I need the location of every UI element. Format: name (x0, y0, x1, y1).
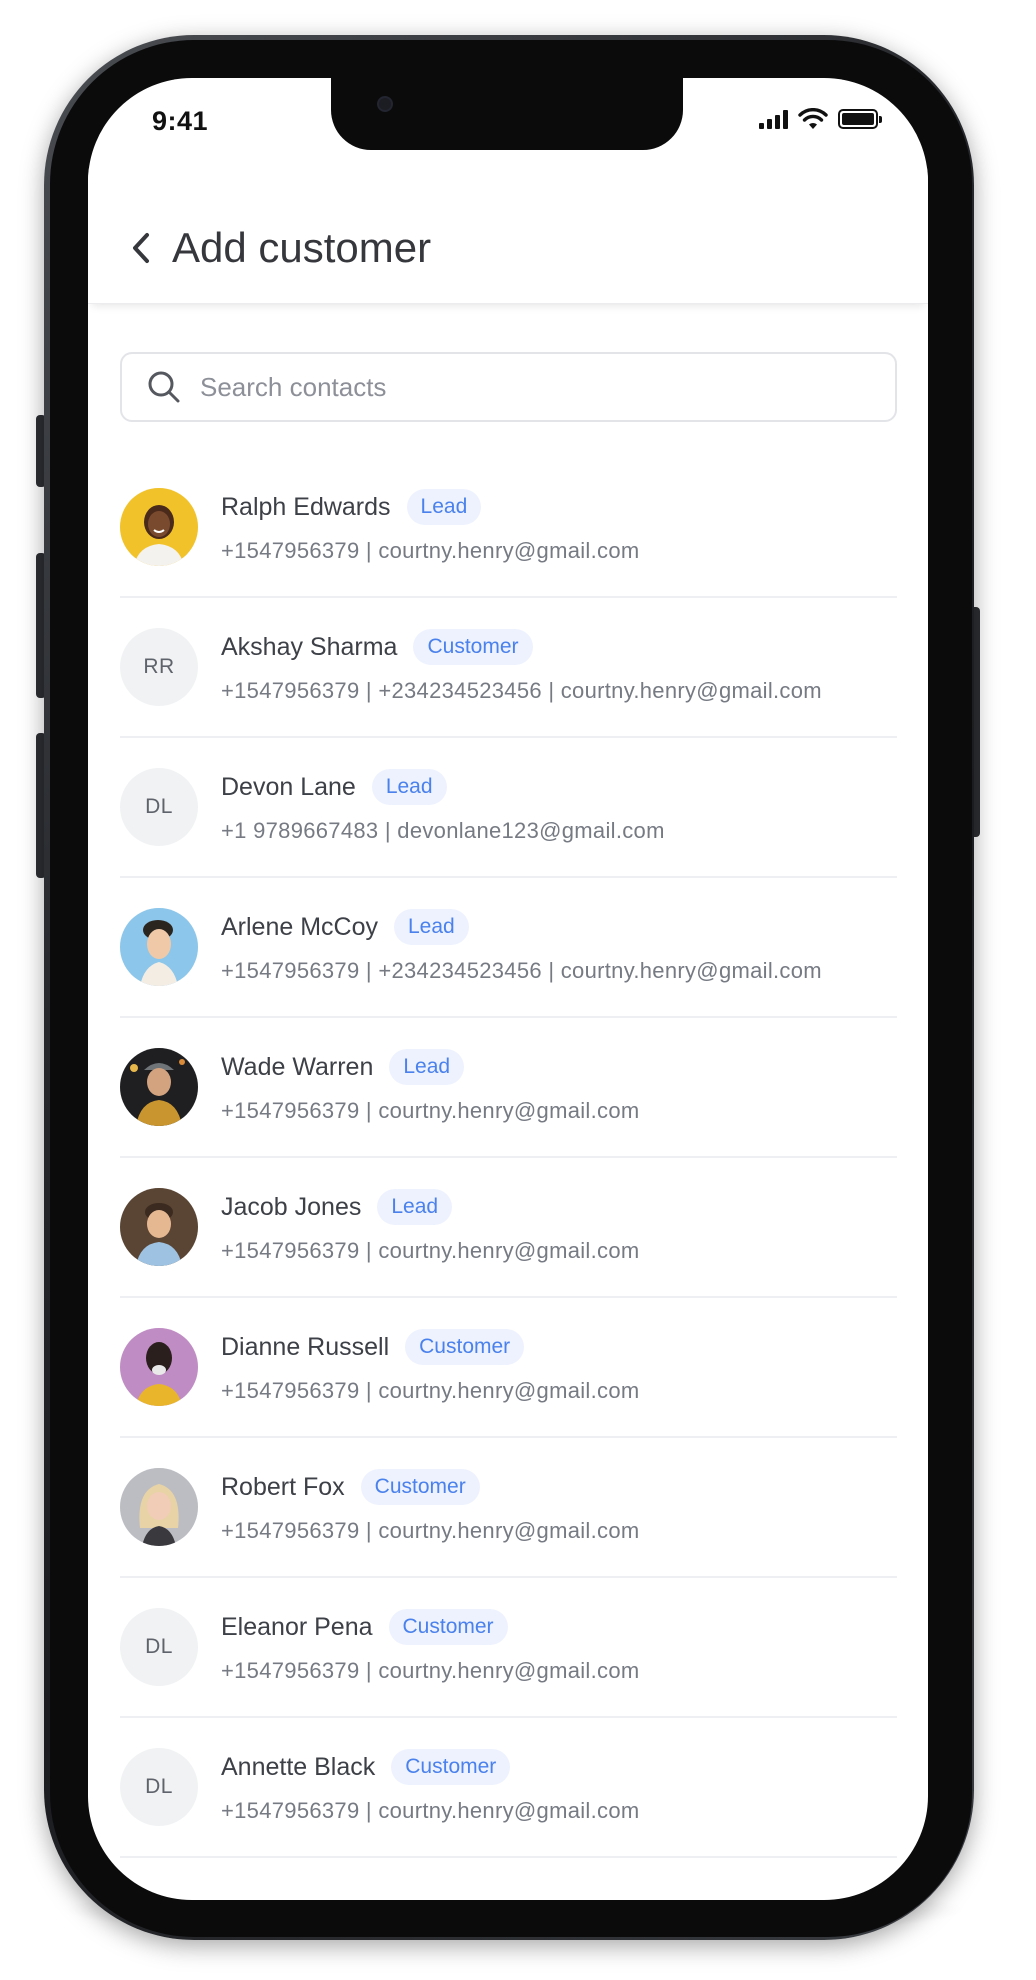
back-button[interactable] (124, 228, 158, 268)
contact-list: Ralph Edwards Lead +1547956379 | courtny… (120, 458, 897, 1858)
status-badge: Customer (388, 1609, 508, 1645)
battery-icon (838, 109, 882, 129)
contact-row[interactable]: RR Akshay Sharma Customer +1547956379 | … (120, 598, 897, 738)
avatar-initials: DL (145, 1775, 173, 1798)
contact-details: +1547956379 | courtny.henry@gmail.com (221, 1378, 640, 1403)
avatar (120, 488, 198, 566)
search-bar[interactable] (120, 352, 897, 422)
contact-row[interactable]: Jacob Jones Lead +1547956379 | courtny.h… (120, 1158, 897, 1298)
avatar: DL (120, 768, 198, 846)
contact-row[interactable]: DL Devon Lane Lead +1 9789667483 | devon… (120, 738, 897, 878)
status-badge: Lead (406, 489, 482, 525)
contact-name: Dianne Russell (221, 1332, 390, 1361)
chevron-left-icon (133, 233, 149, 263)
contact-name: Devon Lane (221, 772, 356, 801)
avatar (120, 1188, 198, 1266)
contact-name: Annette Black (221, 1752, 376, 1781)
contact-row[interactable]: Robert Fox Customer +1547956379 | courtn… (120, 1438, 897, 1578)
contact-row[interactable]: DL Eleanor Pena Customer +1547956379 | c… (120, 1578, 897, 1718)
avatar: DL (120, 1748, 198, 1826)
contact-row[interactable]: Ralph Edwards Lead +1547956379 | courtny… (120, 458, 897, 598)
avatar (120, 1328, 198, 1406)
contact-name: Wade Warren (221, 1052, 374, 1081)
avatar-initials: DL (145, 1635, 173, 1658)
person-photo-icon (120, 1468, 198, 1546)
contact-name: Arlene McCoy (221, 912, 378, 941)
cellular-signal-icon (759, 109, 788, 129)
status-badge: Customer (405, 1329, 525, 1365)
person-photo-icon (120, 1048, 198, 1126)
contact-row[interactable]: DL Annette Black Customer +1547956379 | … (120, 1718, 897, 1858)
status-badge: Customer (391, 1749, 511, 1785)
search-input[interactable] (200, 371, 800, 403)
contact-row[interactable]: Wade Warren Lead +1547956379 | courtny.h… (120, 1018, 897, 1158)
contact-name: Akshay Sharma (221, 632, 398, 661)
app-screen: 9:41 Add customer Search contacts Ralph … (88, 78, 928, 1900)
contact-name: Jacob Jones (221, 1192, 362, 1221)
notch (331, 78, 683, 150)
contact-name: Robert Fox (221, 1472, 345, 1501)
contact-details: +1547956379 | courtny.henry@gmail.com (221, 1518, 640, 1543)
status-badge: Lead (394, 909, 469, 945)
avatar-initials: RR (143, 655, 175, 678)
contact-details: +1547956379 | courtny.henry@gmail.com (221, 1098, 640, 1123)
status-badge: Lead (377, 1189, 453, 1225)
avatar-initials: DL (145, 795, 173, 818)
status-badge: Customer (413, 629, 533, 665)
front-camera (377, 96, 393, 112)
contact-row[interactable]: Dianne Russell Customer +1547956379 | co… (120, 1298, 897, 1438)
contact-details: +1 9789667483 | devonlane123@gmail.com (221, 818, 665, 843)
page-title: Add customer (172, 224, 432, 271)
status-badge: Lead (389, 1049, 465, 1085)
contact-details: +1547956379 | courtny.henry@gmail.com (221, 1798, 640, 1823)
status-time: 9:41 (152, 106, 209, 136)
wifi-icon (798, 108, 828, 129)
avatar (120, 908, 198, 986)
avatar: RR (120, 628, 198, 706)
avatar (120, 1048, 198, 1126)
contact-details: +1547956379 | +234234523456 | courtny.he… (221, 958, 822, 983)
person-photo-icon (120, 1328, 198, 1406)
status-badge: Lead (371, 769, 447, 805)
person-photo-icon (120, 908, 198, 986)
contact-row[interactable]: Arlene McCoy Lead +1547956379 | +2342345… (120, 878, 897, 1018)
app-header: Add customer (88, 168, 928, 304)
person-photo-icon (120, 488, 198, 566)
status-icons (759, 108, 882, 130)
person-photo-icon (120, 1188, 198, 1266)
search-icon (148, 371, 180, 403)
contact-details: +1547956379 | courtny.henry@gmail.com (221, 1658, 640, 1683)
contact-details: +1547956379 | courtny.henry@gmail.com (221, 538, 640, 563)
avatar: DL (120, 1608, 198, 1686)
status-badge: Customer (360, 1469, 480, 1505)
contact-details: +1547956379 | +234234523456 | courtny.he… (221, 678, 822, 703)
contact-details: +1547956379 | courtny.henry@gmail.com (221, 1238, 640, 1263)
avatar (120, 1468, 198, 1546)
contact-name: Eleanor Pena (221, 1612, 373, 1641)
contact-name: Ralph Edwards (221, 492, 391, 521)
